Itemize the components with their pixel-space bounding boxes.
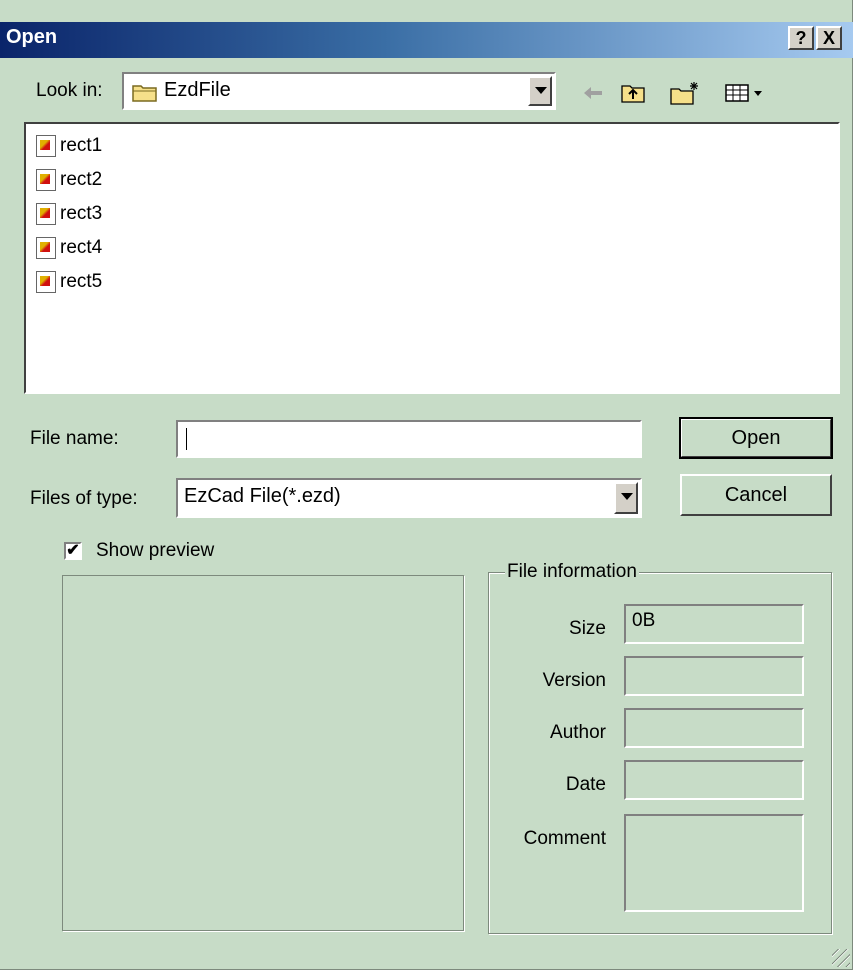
file-name-input[interactable]	[176, 420, 642, 458]
list-item[interactable]: rect2	[36, 166, 102, 194]
ezd-file-icon	[36, 203, 56, 225]
list-item[interactable]: rect4	[36, 234, 102, 262]
help-button[interactable]: ?	[788, 26, 814, 50]
version-label: Version	[542, 670, 606, 691]
back-arrow-icon[interactable]	[578, 78, 608, 108]
look-in-dropdown-button[interactable]	[528, 76, 552, 106]
files-of-type-dropdown-button[interactable]	[614, 482, 638, 514]
size-label: Size	[569, 618, 606, 639]
file-name-text: rect5	[60, 271, 103, 292]
date-field	[624, 760, 804, 800]
comment-label: Comment	[523, 828, 606, 849]
list-item[interactable]: rect3	[36, 200, 102, 228]
resize-grip[interactable]	[832, 949, 850, 967]
text-cursor	[186, 428, 187, 450]
look-in-value: EzdFile	[164, 79, 231, 101]
file-name-text: rect1	[60, 135, 103, 156]
files-of-type-combo[interactable]: EzCad File(*.ezd)	[176, 478, 642, 518]
date-label: Date	[565, 774, 606, 795]
cancel-button[interactable]: Cancel	[680, 474, 832, 516]
ezd-file-icon	[36, 169, 56, 191]
comment-field	[624, 814, 804, 912]
folder-icon	[132, 82, 158, 107]
file-name-label: File name:	[30, 428, 119, 449]
dialog-title: Open	[6, 26, 58, 48]
look-in-label: Look in:	[36, 80, 103, 101]
title-bar[interactable]: Open ? X	[0, 22, 853, 58]
up-folder-icon[interactable]	[618, 78, 648, 108]
ezd-file-icon	[36, 237, 56, 259]
list-item[interactable]: rect5	[36, 268, 102, 296]
files-of-type-value: EzCad File(*.ezd)	[184, 485, 341, 507]
author-field	[624, 708, 804, 748]
new-folder-icon[interactable]	[670, 78, 700, 108]
author-label: Author	[550, 722, 606, 743]
ezd-file-icon	[36, 271, 56, 293]
ezd-file-icon	[36, 135, 56, 157]
show-preview-checkbox[interactable]: ✔	[64, 542, 82, 560]
file-name-text: rect2	[60, 169, 103, 190]
look-in-combo[interactable]: EzdFile	[122, 72, 556, 110]
list-item[interactable]: rect1	[36, 132, 102, 160]
file-name-text: rect4	[60, 237, 103, 258]
file-list[interactable]: rect1 rect2 rect3 rect4 rect5	[24, 122, 840, 394]
files-of-type-label: Files of type:	[30, 488, 138, 509]
view-menu-icon[interactable]	[722, 78, 768, 108]
file-name-text: rect3	[60, 203, 103, 224]
show-preview-label: Show preview	[96, 540, 215, 561]
size-field: 0B	[624, 604, 804, 644]
file-information-title: File information	[505, 561, 639, 583]
version-field	[624, 656, 804, 696]
close-button[interactable]: X	[816, 26, 842, 50]
open-dialog: Open ? X Look in: EzdFile rect1 rect2 re…	[0, 0, 853, 970]
preview-panel	[62, 575, 464, 931]
open-button[interactable]: Open	[679, 417, 833, 459]
